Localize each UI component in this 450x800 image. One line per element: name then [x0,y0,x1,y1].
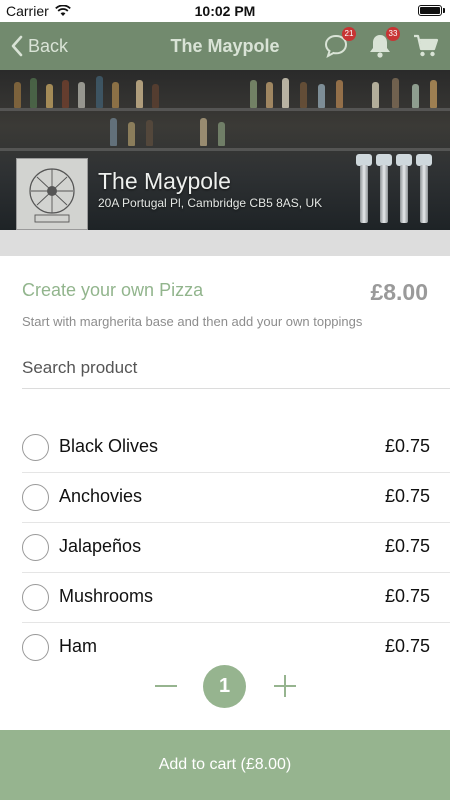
bottle [78,82,85,108]
back-button[interactable]: Back [10,22,68,70]
topping-radio[interactable] [22,484,49,511]
venue-name: The Maypole [98,168,231,194]
topping-name: Ham [59,636,98,656]
topping-price: £0.75 [384,486,430,506]
bottle [146,120,153,146]
quantity-value: 1 [203,665,246,708]
battery-icon [418,5,442,16]
topping-radio[interactable] [22,634,49,661]
status-bar: Carrier 10:02 PM [0,0,450,22]
topping-price: £0.75 [384,636,430,656]
minus-icon [155,685,177,687]
venue-hero-image: The Maypole 20A Portugal Pl, Cambridge C… [0,70,450,230]
chat-button[interactable]: 21 [320,27,356,62]
topping-row-mushrooms[interactable]: Mushrooms £0.75 [22,573,450,623]
topping-list: Black Olives £0.75 Anchovies £0.75 Jalap… [0,423,450,672]
bottle [266,82,273,108]
topping-row-ham[interactable]: Ham £0.75 [22,623,450,672]
bottle [430,80,437,108]
product-price: £8.00 [370,279,428,305]
bottle [392,78,399,108]
bottle [372,82,379,108]
bottle [318,84,325,108]
chat-badge: 21 [342,27,356,41]
bottle [110,118,117,146]
topping-name: Black Olives [59,436,159,456]
quantity-increase-button[interactable] [272,671,298,701]
status-time: 10:02 PM [194,3,256,19]
topping-price: £0.75 [384,536,430,556]
chevron-left-icon [11,35,23,57]
bottle [200,118,207,146]
bar-shelf [0,108,450,111]
bar-shelf [0,148,450,151]
cart-icon [414,34,439,57]
bottle [112,82,119,108]
bottle [128,122,135,146]
topping-row-jalapenos[interactable]: Jalapeños £0.75 [22,523,450,573]
beer-tap [380,165,388,223]
topping-price: £0.75 [384,436,430,456]
bottle [96,76,103,108]
beer-tap [360,165,368,223]
venue-address: 20A Portugal Pl, Cambridge CB5 8AS, UK [98,196,323,210]
back-label: Back [28,35,69,56]
battery-tip [443,8,445,13]
venue-logo [16,158,88,230]
notifications-button[interactable]: 33 [364,27,400,62]
plus-icon [274,675,296,697]
topping-name: Mushrooms [59,586,154,606]
nav-bar: Back The Maypole 21 33 [0,22,450,70]
bottle [136,80,143,108]
bottle [336,80,343,108]
search-input[interactable] [22,348,450,389]
bottle [300,82,307,108]
bottle [218,122,225,146]
topping-row-black-olives[interactable]: Black Olives £0.75 [22,423,450,473]
beer-tap [400,165,408,223]
hero-divider [0,230,450,256]
topping-radio[interactable] [22,584,49,611]
topping-price: £0.75 [384,586,430,606]
beer-tap [420,165,428,223]
topping-radio[interactable] [22,434,49,461]
bottle [46,84,53,108]
topping-radio[interactable] [22,534,49,561]
bottle [152,84,159,108]
topping-row-anchovies[interactable]: Anchovies £0.75 [22,473,450,523]
product-description: Start with margherita base and then add … [22,314,363,329]
bottle [250,80,257,108]
bottle [412,84,419,108]
topping-name: Anchovies [59,486,143,506]
add-to-cart-button[interactable]: Add to cart (£8.00) [0,730,450,800]
bottle [30,78,37,108]
bottle [62,80,69,108]
product-title: Create your own Pizza [22,280,204,300]
cart-button[interactable] [410,30,442,62]
topping-name: Jalapeños [59,536,142,556]
notification-badge: 33 [386,27,400,41]
bottle [14,82,21,108]
quantity-decrease-button[interactable] [153,671,179,701]
bottle [282,78,289,108]
